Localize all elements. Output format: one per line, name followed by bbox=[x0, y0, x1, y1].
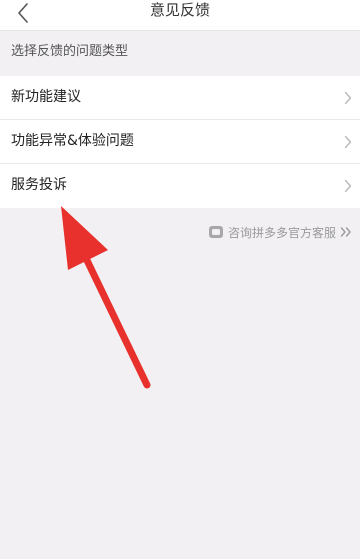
list-item-label: 新功能建议 bbox=[11, 89, 81, 105]
page-title: 意见反馈 bbox=[149, 1, 210, 19]
chevron-right-icon bbox=[344, 91, 352, 105]
contact-label: 咨询拼多多官方客服 bbox=[227, 225, 336, 240]
chevron-right-icon bbox=[344, 179, 352, 193]
list-item-label: 服务投诉 bbox=[11, 177, 67, 193]
list-item-service-complaint[interactable]: 服务投诉 bbox=[0, 164, 360, 208]
list-item-new-feature[interactable]: 新功能建议 bbox=[0, 76, 360, 120]
contact-customer-service-link[interactable]: 咨询拼多多官方客服 bbox=[208, 223, 352, 241]
nav-bar: 意见反馈 bbox=[0, 0, 360, 31]
chevron-right-icon bbox=[344, 135, 352, 149]
list-item-label: 功能异常&体验问题 bbox=[11, 133, 134, 149]
double-chevron-right-icon bbox=[340, 226, 352, 238]
section-header: 选择反馈的问题类型 bbox=[11, 44, 129, 59]
chat-bubble-icon bbox=[208, 224, 224, 240]
feedback-type-list: 新功能建议 功能异常&体验问题 服务投诉 bbox=[0, 76, 360, 208]
list-item-function-issue[interactable]: 功能异常&体验问题 bbox=[0, 120, 360, 164]
